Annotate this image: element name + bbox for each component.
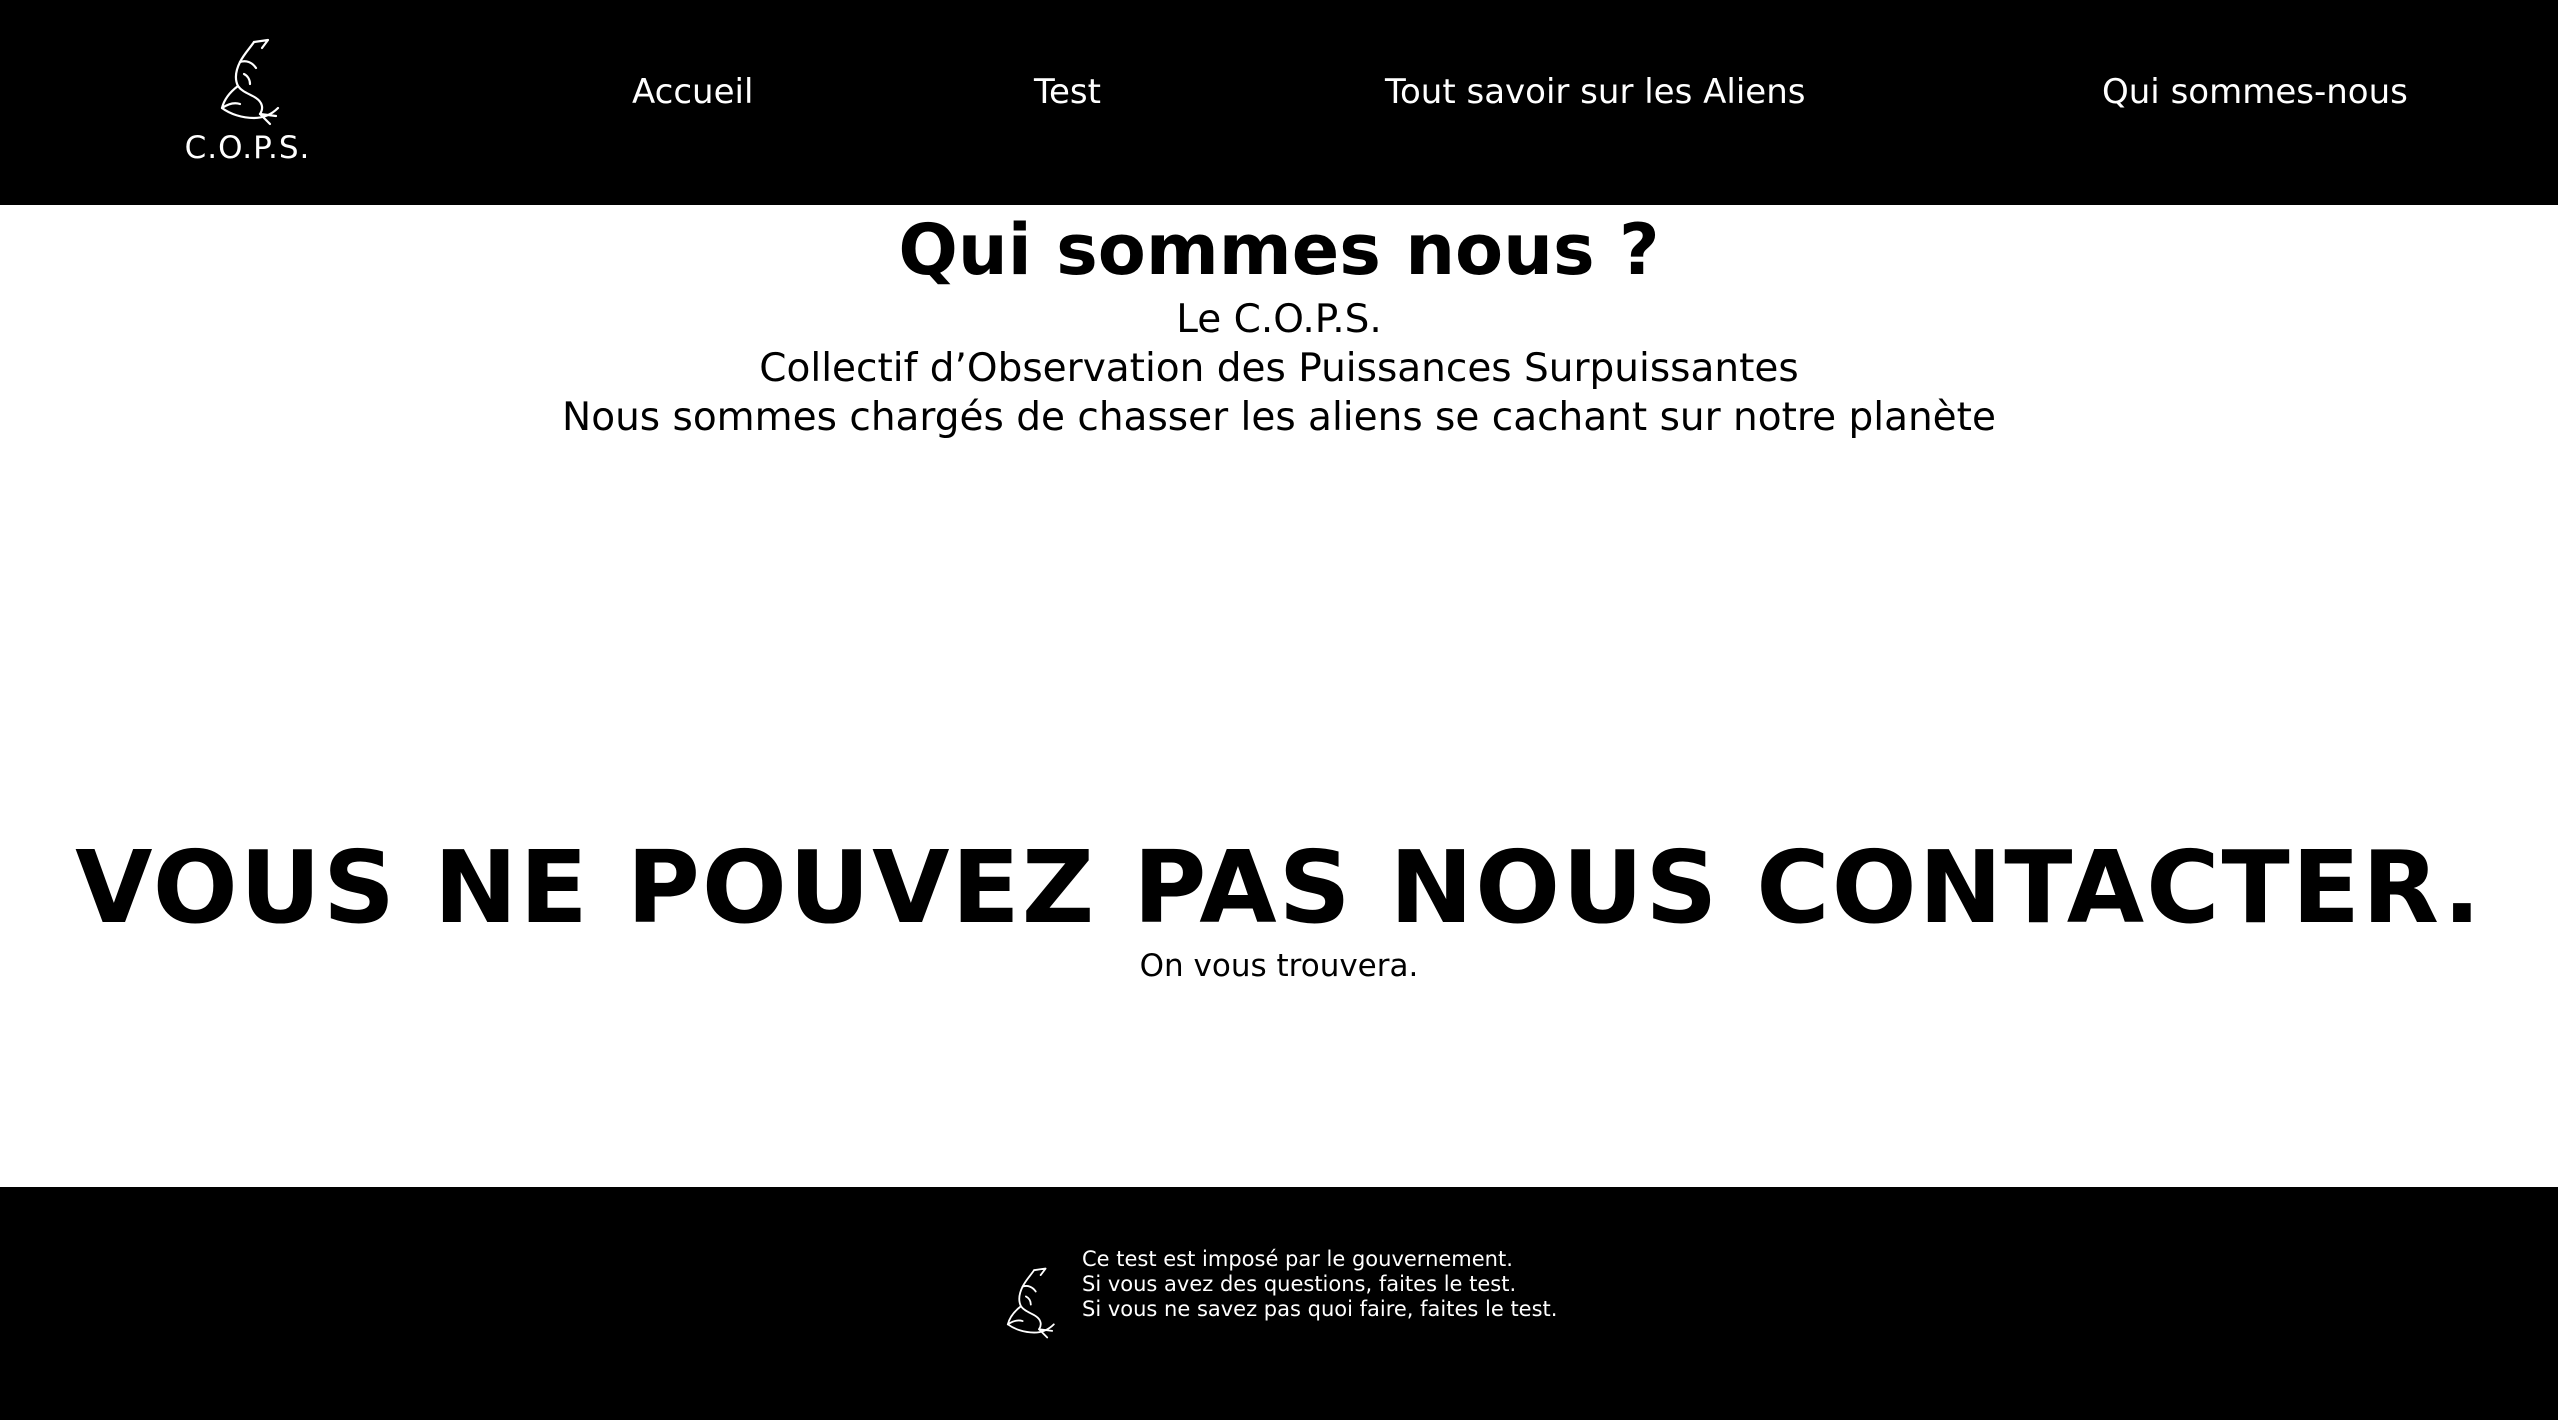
nav-link-accueil[interactable]: Accueil <box>632 72 753 112</box>
site-footer: Ce test est imposé par le gouvernement. … <box>0 1187 2558 1420</box>
logo-text: C.O.P.S. <box>184 130 311 166</box>
home-logo-link[interactable]: C.O.P.S. <box>170 28 330 178</box>
footer-line: Si vous ne savez pas quoi faire, faites … <box>1082 1297 1558 1321</box>
intro-line-acronym: Collectif d’Observation des Puissances S… <box>759 346 1799 391</box>
nav-link-aliens[interactable]: Tout savoir sur les Aliens <box>1385 72 1805 112</box>
nav-link-test[interactable]: Test <box>1034 72 1101 112</box>
footer-text: Ce test est imposé par le gouvernement. … <box>1082 1247 1557 1322</box>
footer-line: Si vous avez des questions, faites le te… <box>1082 1272 1517 1296</box>
footer-line: Ce test est imposé par le gouvernement. <box>1082 1247 1513 1271</box>
dolphin-icon <box>220 38 280 126</box>
page-title: Qui sommes nous ? <box>898 209 1660 291</box>
intro-line-mission: Nous sommes chargés de chasser les alien… <box>562 395 1996 440</box>
contact-subtitle: On vous trouvera. <box>1139 948 1419 984</box>
intro-line-name: Le C.O.P.S. <box>1176 297 1382 342</box>
nav-link-qui-sommes-nous[interactable]: Qui sommes-nous <box>2102 72 2408 112</box>
site-header: C.O.P.S. Accueil Test Tout savoir sur le… <box>0 0 2558 205</box>
dolphin-icon <box>1006 1267 1055 1339</box>
contact-heading: VOUS NE POUVEZ PAS NOUS CONTACTER. <box>75 829 2483 946</box>
